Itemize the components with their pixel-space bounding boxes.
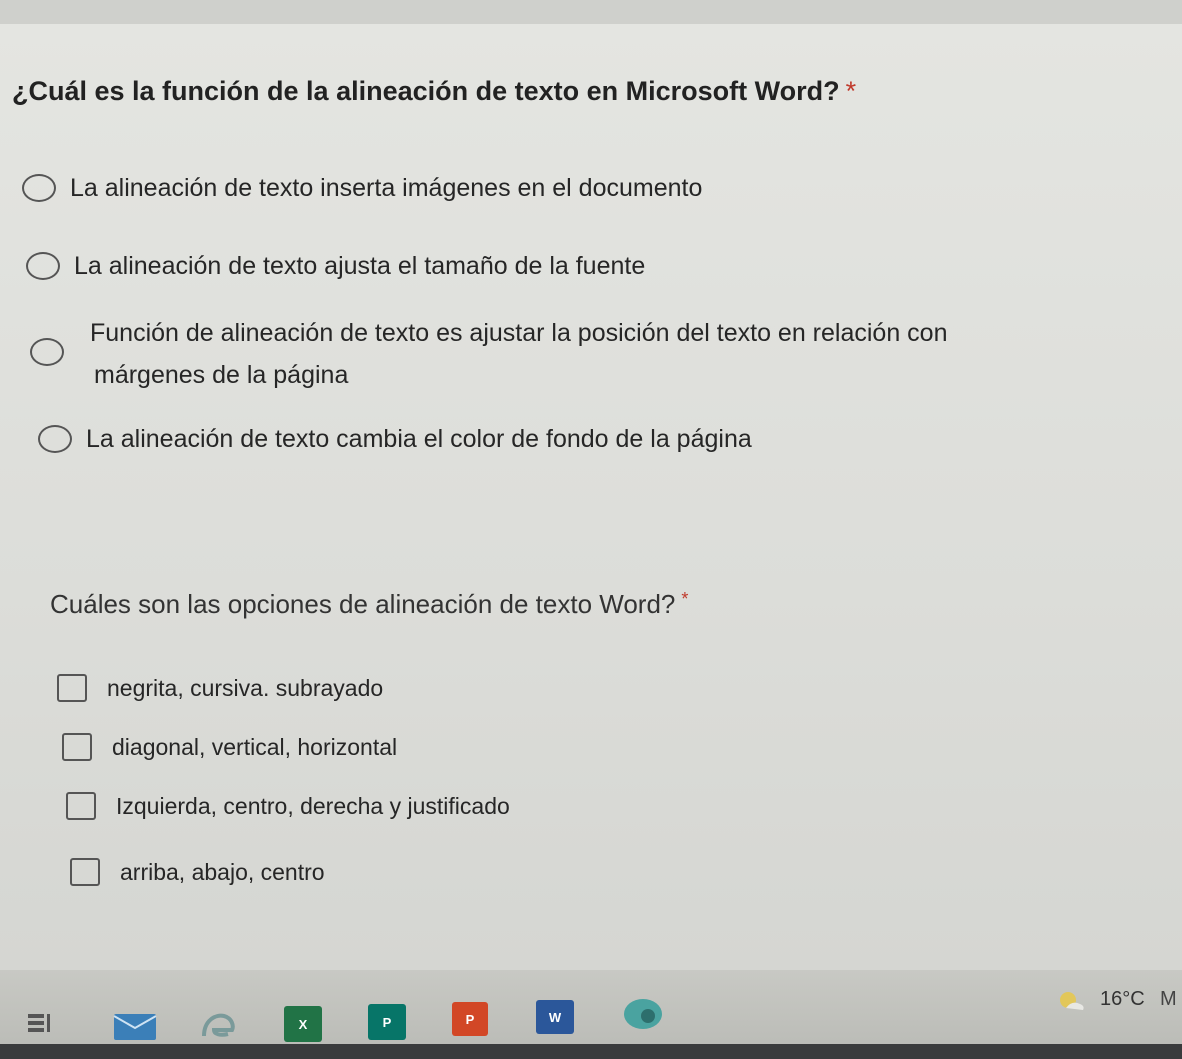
publisher-icon[interactable]: P	[368, 1004, 406, 1040]
checkbox[interactable]	[70, 858, 100, 886]
q2-option-1[interactable]: negrita, cursiva. subrayado	[57, 667, 383, 709]
excel-letter: X	[298, 1016, 308, 1032]
radio-button[interactable]	[38, 425, 72, 453]
required-mark: *	[681, 589, 689, 609]
q1-option-1-label: La alineación de texto inserta imágenes …	[70, 174, 703, 202]
q2-option-4[interactable]: arriba, abajo, centro	[70, 851, 325, 893]
q1-option-4-label: La alineación de texto cambia el color d…	[86, 425, 752, 453]
mail-icon[interactable]	[112, 1010, 158, 1042]
q2-option-2-label: diagonal, vertical, horizontal	[112, 734, 398, 760]
radio-button[interactable]	[26, 252, 60, 280]
q1-option-1[interactable]: La alineación de texto inserta imágenes …	[22, 167, 702, 209]
powerpoint-letter: P	[465, 1011, 475, 1027]
q1-option-3[interactable]: Función de alineación de texto es ajusta…	[30, 312, 947, 396]
q2-option-3-label: Izquierda, centro, derecha y justificado	[116, 793, 510, 819]
publisher-letter: P	[382, 1014, 392, 1030]
edge-icon[interactable]	[198, 1008, 238, 1042]
top-strip	[0, 0, 1182, 24]
q2-option-4-label: arriba, abajo, centro	[120, 859, 325, 885]
weather-icon[interactable]	[1056, 988, 1086, 1014]
checkbox[interactable]	[57, 674, 87, 702]
radio-button[interactable]	[30, 338, 64, 366]
radio-button[interactable]	[22, 174, 56, 202]
task-view-icon[interactable]	[26, 1008, 52, 1036]
screen-bezel	[0, 1044, 1182, 1059]
photos-icon[interactable]	[622, 996, 664, 1032]
required-mark: *	[845, 76, 857, 106]
checkbox[interactable]	[66, 792, 96, 820]
powerpoint-icon[interactable]: P	[452, 1002, 488, 1036]
q1-option-3-label: Función de alineación de texto es ajusta…	[90, 312, 947, 396]
q1-option-3-line-1: Función de alineación de texto es ajusta…	[90, 319, 948, 347]
word-letter: W	[548, 1009, 562, 1025]
weather-temperature[interactable]: 16°C	[1100, 988, 1145, 1011]
question-2-title: Cuáles son las opciones de alineación de…	[50, 589, 688, 620]
form-card	[0, 24, 1182, 970]
q2-option-2[interactable]: diagonal, vertical, horizontal	[62, 726, 397, 768]
q1-option-2[interactable]: La alineación de texto ajusta el tamaño …	[26, 245, 645, 287]
q1-option-4[interactable]: La alineación de texto cambia el color d…	[38, 418, 752, 460]
word-icon[interactable]: W	[536, 1000, 574, 1034]
question-2-text: Cuáles son las opciones de alineación de…	[50, 589, 676, 619]
taskbar-trailing-text: M	[1160, 988, 1177, 1010]
q2-option-1-label: negrita, cursiva. subrayado	[107, 675, 384, 701]
excel-icon[interactable]: X	[284, 1006, 322, 1042]
q2-option-3[interactable]: Izquierda, centro, derecha y justificado	[66, 785, 510, 827]
q1-option-3-line-2: márgenes de la página	[94, 361, 349, 389]
checkbox[interactable]	[62, 733, 92, 761]
question-1-text: ¿Cuál es la función de la alineación de …	[12, 76, 840, 106]
question-1-title: ¿Cuál es la función de la alineación de …	[12, 76, 856, 107]
q1-option-2-label: La alineación de texto ajusta el tamaño …	[74, 252, 646, 280]
